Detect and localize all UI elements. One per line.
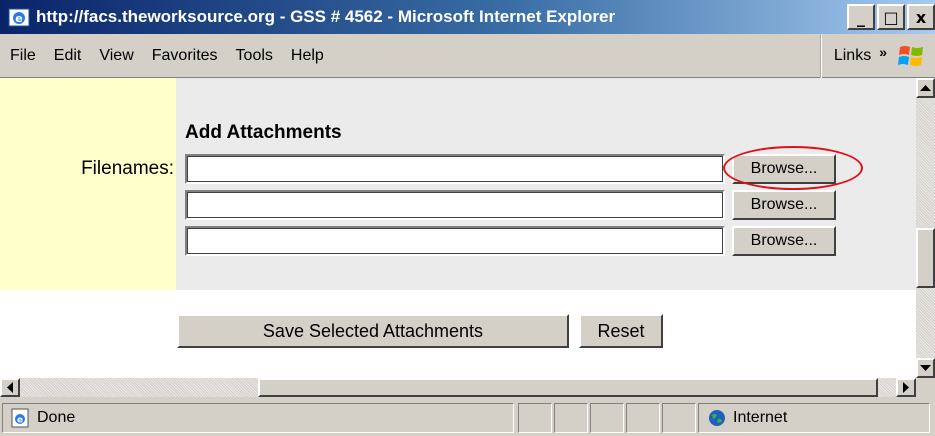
filenames-label: Filenames:: [81, 158, 174, 179]
links-toolbar[interactable]: Links »: [819, 34, 887, 78]
form-area: [176, 78, 916, 290]
status-pane-1: [518, 403, 552, 433]
status-pane-2: [554, 403, 588, 433]
browse-button-2[interactable]: Browse...: [732, 190, 836, 220]
close-button[interactable]: x: [907, 4, 935, 30]
scroll-down-button[interactable]: [916, 358, 935, 378]
section-title: Add Attachments: [185, 122, 342, 143]
file-input-3[interactable]: [185, 226, 725, 256]
zone-text: Internet: [733, 409, 788, 426]
scrollbar-corner: [916, 378, 935, 397]
menu-help[interactable]: Help: [291, 47, 324, 65]
scroll-up-icon: [920, 85, 931, 91]
security-zone-pane: Internet: [698, 403, 930, 433]
page-viewport: Add Attachments Filenames: Browse... Bro…: [0, 78, 916, 378]
vertical-scroll-thumb[interactable]: [916, 228, 935, 288]
status-pane-5: [662, 403, 696, 433]
ie-page-icon: e: [11, 408, 29, 428]
menu-tools[interactable]: Tools: [236, 47, 273, 65]
status-main-pane: e Done: [2, 403, 514, 433]
horizontal-scrollbar[interactable]: [0, 378, 916, 397]
svg-text:e: e: [15, 12, 22, 25]
scroll-up-button[interactable]: [916, 78, 935, 98]
status-pane-3: [590, 403, 624, 433]
svg-text:e: e: [17, 416, 23, 426]
browse-button-1[interactable]: Browse...: [732, 154, 836, 184]
file-input-2[interactable]: [185, 190, 725, 220]
maximize-button[interactable]: □: [877, 4, 905, 30]
scroll-down-icon: [920, 365, 931, 371]
minimize-button[interactable]: _: [847, 4, 875, 30]
horizontal-scroll-thumb[interactable]: [258, 378, 878, 397]
menu-file[interactable]: File: [10, 47, 36, 65]
file-input-1[interactable]: [185, 154, 725, 184]
links-label: Links: [833, 47, 872, 64]
scroll-right-button[interactable]: [896, 378, 916, 397]
links-chevron-icon[interactable]: »: [879, 44, 887, 60]
menu-favorites[interactable]: Favorites: [152, 47, 218, 65]
scroll-right-icon: [903, 382, 909, 393]
menu-edit[interactable]: Edit: [54, 47, 82, 65]
reset-button[interactable]: Reset: [579, 314, 663, 348]
windows-logo-icon: [898, 46, 923, 66]
status-text: Done: [37, 409, 76, 426]
vertical-scrollbar[interactable]: [916, 78, 935, 378]
globe-icon: [709, 410, 725, 426]
scroll-left-icon: [7, 382, 13, 393]
window-title: http://facs.theworksource.org - GSS # 45…: [36, 7, 616, 26]
save-attachments-button[interactable]: Save Selected Attachments: [177, 314, 569, 348]
label-column: [0, 78, 176, 290]
window-titlebar: e http://facs.theworksource.org - GSS # …: [0, 0, 935, 34]
browse-button-3[interactable]: Browse...: [732, 226, 836, 256]
scroll-left-button[interactable]: [0, 378, 20, 397]
menu-bar: File Edit View Favorites Tools Help Link…: [0, 34, 935, 78]
status-bar: e Done Internet: [0, 399, 935, 436]
status-pane-4: [626, 403, 660, 433]
menu-view[interactable]: View: [99, 47, 133, 65]
ie-app-icon: e: [8, 8, 30, 27]
